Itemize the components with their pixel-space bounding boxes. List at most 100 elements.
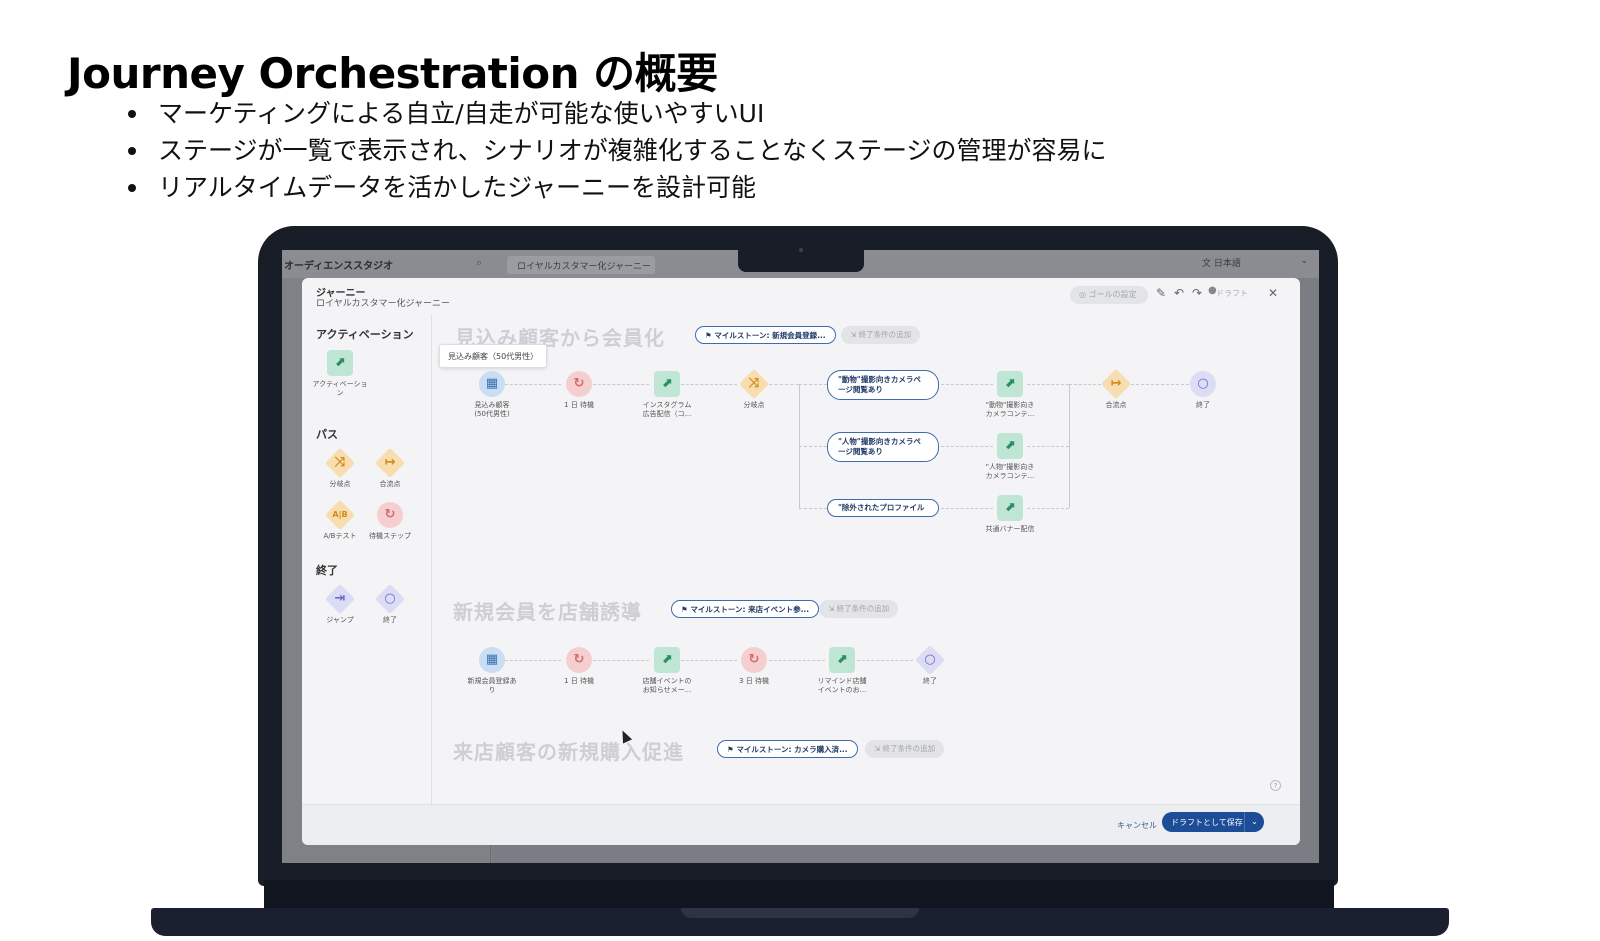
jump-icon: ⇥ [334, 591, 346, 606]
journey-node-end[interactable]: ○ 終了 [895, 644, 965, 686]
laptop-hinge [264, 880, 1334, 908]
split-icon: ⤨ [334, 455, 346, 470]
slide-title: Journey Orchestration の概要 [67, 49, 718, 98]
journey-node-activation[interactable]: ⬈ 共通バナー配信 [975, 495, 1045, 534]
camera-icon [799, 248, 803, 252]
node-tooltip: 見込み顧客（50代男性） [439, 344, 548, 368]
journey-node-activation[interactable]: ⬈ インスタグラム 広告配信（コ... [632, 371, 702, 419]
journey-node-activation[interactable]: ⬈ リマインド店舗 イベントのお... [807, 647, 877, 695]
modal-subtitle: ロイヤルカスタマー化ジャーニー [316, 299, 451, 309]
end-condition-chip[interactable]: ⇲ 終了条件の追加 [819, 600, 899, 618]
milestone-chip[interactable]: ⚑ マイルストーン: 来店イベント参... [671, 600, 820, 618]
node-label: 1 日 待機 [564, 401, 594, 409]
end-icon: ○ [384, 591, 396, 606]
milestone-chip[interactable]: ⚑ マイルストーン: 新規会員登録... [695, 326, 836, 344]
journey-node-activation[interactable]: ⬈ 店舗イベントの お知らせメー... [632, 647, 702, 695]
end-condition-chip[interactable]: ⇲ 終了条件の追加 [841, 326, 921, 344]
pencil-icon[interactable]: ✎ [1156, 286, 1166, 300]
journey-node-entry[interactable]: ▦ 新規会員登録あ り [457, 647, 527, 695]
wait-icon: ↻ [573, 652, 585, 667]
chevron-down-icon: ⌄ [1300, 256, 1308, 266]
milestone-label: マイルストーン: 新規会員登録... [714, 331, 826, 340]
language-select[interactable]: 文 日本語 ⌄ [1202, 256, 1312, 274]
flag-icon: ⚑ [681, 605, 691, 614]
split-icon: ⤨ [748, 376, 760, 391]
language-label: 日本語 [1213, 259, 1241, 269]
node-label: 3 日 待機 [739, 677, 769, 685]
branch-condition[interactable]: "動物"撮影向きカメラペ ージ閲覧あり [827, 370, 939, 400]
help-icon[interactable]: ? [1270, 780, 1281, 791]
bullet-list: マーケティングによる自立/自走が可能な使いやすいUI ステージが一覧で表示され、… [128, 95, 1107, 206]
ab-test-icon: A|B [332, 510, 348, 519]
palette-label: 合流点 [379, 480, 401, 488]
activation-icon: ⬈ [1004, 438, 1016, 453]
chevron-down-icon[interactable]: ⌄ [1244, 812, 1264, 832]
modal-footer: キャンセル ドラフトとして保存 ⌄ [302, 804, 1300, 845]
branch-condition[interactable]: "除外されたプロファイル [827, 499, 939, 517]
search-icon[interactable]: ⌕ [476, 256, 482, 270]
palette-merge[interactable]: ↦ 合流点 [360, 447, 420, 489]
journey-node-end[interactable]: ○ 終了 [1168, 371, 1238, 410]
palette-label: アクティベーション [312, 380, 368, 397]
journey-node-split[interactable]: ⤨ 分岐点 [719, 368, 789, 410]
journey-node-wait[interactable]: ↻ 3 日 待機 [719, 647, 789, 686]
journey-node-wait[interactable]: ↻ 1 日 待機 [544, 647, 614, 686]
flag-icon: ⚑ [705, 331, 715, 340]
exit-icon: ⇲ [874, 744, 883, 753]
milestone-label: マイルストーン: 来店イベント参... [690, 605, 810, 614]
milestone-label: マイルストーン: カメラ購入済... [736, 745, 848, 754]
calendar-icon: ▦ [485, 376, 499, 391]
palette-activation[interactable]: ⬈ アクティベーション [310, 350, 370, 398]
node-label: インスタグラム 広告配信（コ... [642, 401, 692, 418]
bullet-item: リアルタイムデータを活かしたジャーニーを設計可能 [128, 169, 1107, 206]
merge-icon: ↦ [384, 455, 396, 470]
branch-condition[interactable]: "人物"撮影向きカメラペ ージ閲覧あり [827, 432, 939, 462]
save-draft-label: ドラフトとして保存 [1171, 818, 1243, 827]
journey-node-wait[interactable]: ↻ 1 日 待機 [544, 371, 614, 410]
close-icon[interactable]: ✕ [1268, 286, 1278, 300]
wait-icon: ↻ [748, 652, 760, 667]
path-heading: パス [316, 428, 338, 441]
end-icon: ○ [924, 652, 936, 667]
exit-icon: ⇲ [850, 330, 859, 339]
node-label: 1 日 待機 [564, 677, 594, 685]
save-draft-button[interactable]: ドラフトとして保存 ⌄ [1162, 812, 1264, 832]
journey-node-activation[interactable]: ⬈ "動物"撮影向き カメラコンテ... [975, 371, 1045, 419]
calendar-icon: ▦ [485, 652, 499, 667]
stage-title: 新規会員を店舗誘導 [453, 600, 642, 624]
palette-end[interactable]: ○ 終了 [360, 583, 420, 625]
bullet-item: ステージが一覧で表示され、シナリオが複雑化することなくステージの管理が容易に [128, 132, 1107, 169]
node-label: 分岐点 [743, 401, 765, 409]
translate-icon: 文 [1202, 259, 1214, 269]
cancel-button[interactable]: キャンセル [1117, 820, 1157, 831]
end-heading: 終了 [316, 564, 338, 577]
palette-label: 待機ステップ [369, 532, 411, 540]
merge-icon: ↦ [1110, 376, 1122, 391]
activation-icon: ⬈ [661, 652, 673, 667]
laptop-screen: オーディエンススタジオ ⌕ ロイヤルカスタマー化ジャーニー 文 日本語 ⌄ ジャー… [282, 250, 1319, 863]
undo-icon[interactable]: ↶ [1174, 286, 1184, 300]
modal-header: ジャーニー ロイヤルカスタマー化ジャーニー ◎ ゴールの設定 ✎ ↶ ↷ ● ド… [302, 278, 1300, 314]
journey-node-activation[interactable]: ⬈ "人物"撮影向き カメラコンテ... [975, 433, 1045, 481]
wait-icon: ↻ [573, 376, 585, 391]
journey-node-merge[interactable]: ↦ 合流点 [1081, 368, 1151, 410]
journey-tab[interactable]: ロイヤルカスタマー化ジャーニー [507, 256, 655, 274]
exit-icon: ⇲ [828, 604, 837, 613]
palette-label: 終了 [383, 616, 397, 624]
node-label: 店舗イベントの お知らせメー... [642, 677, 692, 694]
node-label: リマインド店舗 イベントのお... [817, 677, 867, 694]
activation-heading: アクティベーション [316, 328, 414, 341]
end-icon: ○ [1197, 376, 1209, 391]
goal-icon: ◎ [1079, 290, 1089, 299]
milestone-chip[interactable]: ⚑ マイルストーン: カメラ購入済... [717, 740, 858, 758]
studio-name: オーディエンススタジオ [284, 261, 394, 272]
node-label: "動物"撮影向き カメラコンテ... [985, 401, 1035, 418]
laptop-notch [738, 246, 864, 272]
journey-canvas[interactable]: 見込み顧客から会員化 ⚑ マイルストーン: 新規会員登録... ⇲ 終了条件の追… [433, 314, 1300, 804]
journey-node-entry[interactable]: ▦ 見込み顧客 (50代男性) [457, 371, 527, 419]
activation-icon: ⬈ [661, 376, 673, 391]
goal-setting-button[interactable]: ◎ ゴールの設定 [1070, 286, 1148, 304]
end-condition-chip[interactable]: ⇲ 終了条件の追加 [865, 740, 945, 758]
redo-icon[interactable]: ↷ [1192, 286, 1202, 300]
palette-wait[interactable]: ↻ 待機ステップ [360, 502, 420, 541]
